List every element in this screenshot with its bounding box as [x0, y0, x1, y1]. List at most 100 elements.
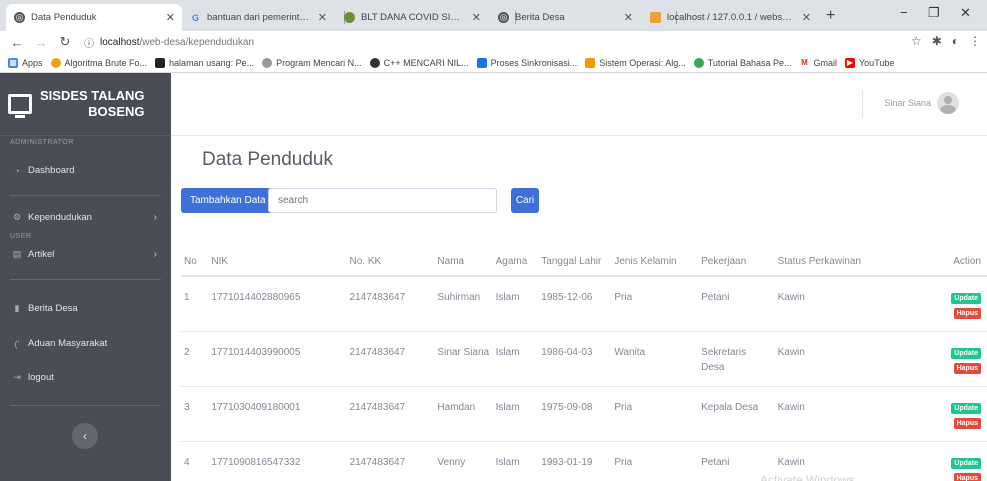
column-header-status[interactable]: Status Perkawinan	[774, 224, 898, 277]
bookmark-item[interactable]: C++ MENCARI NIL...	[369, 57, 469, 68]
star-icon[interactable]: ☆	[911, 34, 922, 48]
cell-agama: Islam	[492, 330, 539, 386]
profile-icon[interactable]: ◐	[952, 34, 959, 48]
menu-icon[interactable]: ⋮	[969, 34, 981, 48]
update-button[interactable]: Update	[951, 293, 981, 304]
column-header-pekerjaan[interactable]: Pekerjaan	[698, 224, 775, 277]
minimize-icon[interactable]: −	[900, 5, 908, 20]
tab-berita-desa[interactable]: ◎ Berita Desa ✕	[490, 4, 640, 31]
user-menu[interactable]: Sinar Siana	[884, 92, 959, 114]
sidebar-item-kependudukan[interactable]: ⚙ Kependudukan ›	[0, 212, 171, 223]
sidebar-toggle-button[interactable]: ‹	[72, 423, 98, 449]
tab-title: Berita Desa	[515, 12, 565, 23]
sidebar-item-label: Aduan Masyarakat	[28, 338, 108, 349]
cell-kk: 2147483647	[346, 275, 435, 331]
info-icon[interactable]: ⓘ	[84, 35, 94, 50]
search-button[interactable]: Cari	[511, 188, 539, 213]
new-tab-icon[interactable]: +	[826, 7, 835, 25]
column-header-jenis-kelamin[interactable]: Jenis Kelamin	[611, 224, 699, 277]
bookmark-item[interactable]: Tutorial Bahasa Pe...	[693, 57, 792, 68]
bookmark-item[interactable]: Program Mencari N...	[262, 57, 362, 68]
tab-title: localhost / 127.0.0.1 / websdes	[667, 12, 798, 23]
back-icon[interactable]: ←	[10, 35, 24, 50]
reload-icon[interactable]: ↻	[58, 34, 72, 50]
cell-tanggal-lahir: 1986-04-03	[538, 330, 612, 386]
close-icon[interactable]: ✕	[802, 11, 811, 24]
bookmark-item[interactable]: Algoritma Brute Fo...	[50, 57, 147, 68]
brand[interactable]: SISDES TALANG BOSENG	[0, 73, 171, 136]
youtube-icon: ▶	[845, 57, 855, 68]
cell-nama: Suhirman	[434, 275, 493, 331]
column-header-nik[interactable]: NIK	[208, 224, 347, 277]
tab-title: bantuan dari pemerintah - Go	[207, 12, 326, 23]
sidebar-item-aduan[interactable]: (‘ Aduan Masyarakat	[0, 338, 171, 349]
article-icon: ▤	[12, 249, 22, 259]
url-field[interactable]: ⓘ localhost /web-desa/kependudukan	[84, 35, 254, 50]
bookmark-label: Apps	[22, 57, 43, 68]
navbar-divider	[862, 90, 863, 118]
bookmark-label: halaman usang: Pe...	[169, 57, 255, 68]
tab-title: Data Penduduk	[31, 12, 97, 23]
tab-google[interactable]: G bantuan dari pemerintah - Go ✕	[182, 4, 334, 31]
tab-blt[interactable]: BLT DANA COVID SIAP DIBAGI ✕	[336, 4, 488, 31]
maximize-icon[interactable]: ❐	[928, 5, 940, 21]
bookmark-label: C++ MENCARI NIL...	[383, 57, 469, 68]
table-header-row: No NIK No. KK Nama Agama Tanggal Lahir J…	[181, 224, 987, 277]
sidebar-item-label: logout	[28, 372, 54, 383]
extension-icon[interactable]: ✱	[932, 34, 942, 48]
bookmark-item[interactable]: Proses Sinkronisasi...	[476, 57, 577, 68]
cell-pekerjaan: Kepala Desa	[698, 385, 775, 441]
delete-button[interactable]: Hapus	[953, 362, 981, 374]
tab-data-penduduk[interactable]: ◎ Data Penduduk ✕	[6, 4, 182, 31]
column-header-tanggal-lahir[interactable]: Tanggal Lahir	[538, 224, 612, 277]
column-header-agama[interactable]: Agama	[492, 224, 539, 277]
bookmark-gmail[interactable]: M Gmail	[799, 57, 837, 68]
sidebar-item-berita-desa[interactable]: ▮ Berita Desa	[0, 303, 171, 314]
bookmark-item[interactable]: halaman usang: Pe...	[155, 57, 255, 68]
bookmark-label: Tutorial Bahasa Pe...	[707, 57, 792, 68]
bookmark-youtube[interactable]: ▶ YouTube	[845, 57, 895, 68]
column-header-no[interactable]: No	[181, 224, 209, 277]
close-icon[interactable]: ✕	[624, 11, 633, 24]
avatar	[937, 92, 959, 114]
cell-jenis-kelamin: Pria	[611, 275, 699, 331]
close-icon[interactable]: ✕	[166, 11, 175, 24]
sidebar-item-logout[interactable]: ⇥ logout	[0, 372, 171, 383]
cell-no: 3	[181, 385, 209, 441]
bookmark-label: Sistem Operasi: Alg...	[599, 57, 686, 68]
delete-button[interactable]: Hapus	[953, 472, 981, 481]
close-icon[interactable]: ✕	[472, 11, 481, 24]
cell-kk: 2147483647	[346, 385, 435, 441]
table-row: 3 1771030409180001 2147483647 Hamdan Isl…	[181, 385, 987, 441]
column-header-kk[interactable]: No. KK	[346, 224, 435, 277]
forward-icon[interactable]: →	[34, 35, 48, 50]
cell-no: 1	[181, 275, 209, 331]
github-icon	[369, 57, 380, 68]
site-icon	[155, 57, 166, 68]
cell-nama: Hamdan	[434, 385, 493, 441]
monitor-icon	[8, 94, 32, 118]
bookmark-apps[interactable]: ▦ Apps	[8, 57, 43, 68]
tab-localhost[interactable]: localhost / 127.0.0.1 / websdes ✕	[642, 4, 818, 31]
column-header-nama[interactable]: Nama	[434, 224, 493, 277]
toolbar-actions: ☆ ✱ ◐ ⋮	[911, 34, 981, 48]
update-button[interactable]: Update	[951, 402, 981, 414]
update-button[interactable]: Update	[951, 347, 981, 359]
close-icon[interactable]: ✕	[318, 11, 327, 24]
bookmark-label: YouTube	[859, 57, 895, 68]
bookmark-item[interactable]: Sistem Operasi: Alg...	[585, 57, 686, 68]
logout-icon: ⇥	[13, 372, 21, 382]
cell-action: Update Hapus	[897, 330, 987, 386]
user-name: Sinar Siana	[884, 98, 931, 108]
delete-button[interactable]: Hapus	[953, 417, 981, 429]
search-input[interactable]	[268, 188, 497, 213]
column-header-action: Action	[897, 224, 987, 277]
update-button[interactable]: Update	[951, 457, 981, 469]
delete-button[interactable]: Hapus	[953, 308, 981, 319]
sidebar-item-dashboard[interactable]: ◔ Dashboard	[0, 165, 171, 176]
sidebar: SISDES TALANG BOSENG ADMINISTRATOR ◔ Das…	[0, 73, 171, 481]
window-close-icon[interactable]: ✕	[960, 5, 971, 21]
globe-icon: ◎	[498, 12, 509, 23]
cell-nik: 1771014403990005	[208, 330, 347, 386]
sidebar-item-artikel[interactable]: ▤ Artikel ›	[0, 249, 171, 260]
